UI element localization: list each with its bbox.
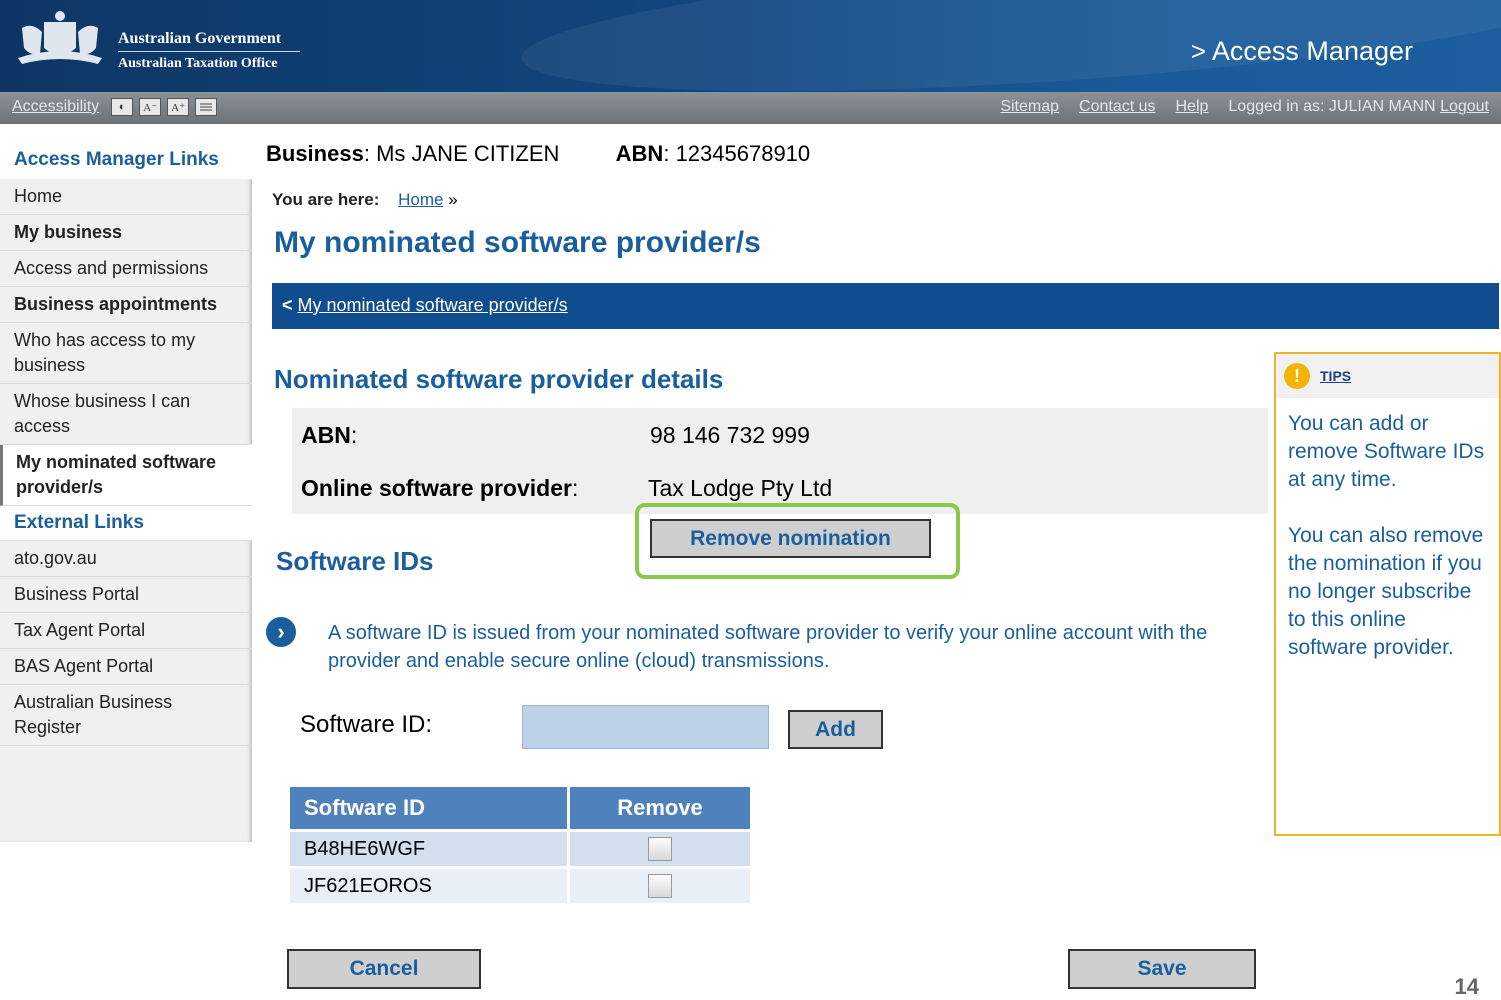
tips-panel: ! TIPS You can add or remove Software ID… — [1274, 352, 1501, 836]
page-title: My nominated software provider/s — [274, 226, 761, 259]
remove-checkbox[interactable] — [648, 874, 672, 898]
sidebar-item-whose-business[interactable]: Whose business I can access — [0, 384, 252, 445]
tips-header: ! TIPS — [1276, 354, 1499, 398]
utility-bar: Accessibility ◐ A⁻ A⁺ Sitemap Contact us… — [0, 92, 1501, 124]
business-abn: 12345678910 — [675, 141, 811, 166]
column-header-remove: Remove — [570, 787, 750, 829]
print-icon[interactable] — [195, 98, 218, 116]
external-link-ato[interactable]: ato.gov.au — [0, 541, 252, 577]
software-id-input[interactable] — [522, 705, 769, 749]
tip-paragraph-2: You can also remove the nomination if yo… — [1288, 524, 1484, 659]
accessibility-tools: Accessibility ◐ A⁻ A⁺ — [12, 98, 218, 116]
page-number: 14 — [1454, 974, 1479, 999]
sidebar-item-who-has-access[interactable]: Who has access to my business — [0, 323, 252, 384]
wordmark-divider — [118, 51, 300, 52]
external-link-bas-agent-portal[interactable]: BAS Agent Portal — [0, 649, 252, 685]
remove-cell — [570, 869, 750, 903]
add-software-id-button[interactable]: Add — [788, 710, 883, 749]
cancel-button[interactable]: Cancel — [287, 949, 481, 989]
external-link-abr[interactable]: Australian Business Register — [0, 685, 252, 746]
remove-checkbox[interactable] — [648, 837, 672, 861]
provider-name-label: Online software provider — [301, 475, 572, 501]
gov-line1: Australian Government — [118, 30, 282, 47]
logout-link[interactable]: Logout — [1440, 98, 1489, 115]
info-arrow-icon: › — [266, 617, 296, 647]
alert-icon: ! — [1284, 363, 1310, 389]
back-link-nominated-provider[interactable]: My nominated software provider/s — [298, 295, 568, 315]
software-id-cell: JF621EOROS — [290, 869, 570, 903]
external-link-business-portal[interactable]: Business Portal — [0, 577, 252, 613]
breadcrumb-label: You are here: — [272, 190, 380, 209]
provider-abn-label-row: ABN: — [301, 422, 358, 448]
tip-paragraph-1: You can add or remove Software IDs at an… — [1288, 412, 1485, 491]
logged-in-label: Logged in as: JULIAN MANN — [1228, 98, 1436, 115]
government-wordmark: Australian Government Australian Taxatio… — [118, 30, 300, 72]
business-label: Business — [266, 141, 364, 166]
chevron-right-icon: > — [1190, 36, 1206, 66]
software-id-info: A software ID is issued from your nomina… — [328, 622, 1208, 672]
sidebar-item-business-appointments[interactable]: Business appointments — [0, 287, 252, 323]
provider-name-label-row: Online software provider: — [301, 475, 579, 501]
tips-body: You can add or remove Software IDs at an… — [1276, 398, 1499, 662]
sidebar-item-home[interactable]: Home — [0, 179, 252, 215]
software-ids-title: Software IDs — [276, 546, 434, 576]
breadcrumb: You are here: Home » — [272, 190, 458, 210]
details-title: Nominated software provider details — [274, 364, 724, 394]
help-link[interactable]: Help — [1176, 98, 1209, 116]
save-button[interactable]: Save — [1068, 949, 1256, 989]
breadcrumb-home-link[interactable]: Home — [398, 190, 443, 209]
business-name: Ms JANE CITIZEN — [376, 141, 560, 166]
external-link-tax-agent-portal[interactable]: Tax Agent Portal — [0, 613, 252, 649]
accessibility-link[interactable]: Accessibility — [12, 98, 99, 116]
provider-name-value: Tax Lodge Pty Ltd — [648, 475, 833, 501]
remove-cell — [570, 832, 750, 866]
breadcrumb-separator: » — [448, 190, 458, 209]
business-summary: Business: Ms JANE CITIZEN ABN: 123456789… — [266, 141, 811, 166]
logged-in-status: Logged in as: JULIAN MANN Logout — [1228, 98, 1489, 116]
utility-links: Sitemap Contact us Help Logged in as: JU… — [1000, 98, 1489, 116]
coat-of-arms-logo — [18, 11, 102, 64]
business-abn-label: ABN — [615, 141, 664, 166]
table-header-row: Software ID Remove — [290, 787, 750, 829]
provider-abn-value: 98 146 732 999 — [650, 422, 810, 448]
sidebar-item-nominated-provider[interactable]: My nominated software provider/s — [0, 445, 252, 506]
text-larger-button[interactable]: A⁺ — [167, 98, 190, 116]
back-chevron-icon: < — [282, 295, 293, 315]
sidebar-title: Access Manager Links — [0, 138, 252, 179]
external-links-title: External Links — [0, 506, 252, 541]
sitemap-link[interactable]: Sitemap — [1000, 98, 1059, 116]
column-header-software-id: Software ID — [290, 787, 570, 829]
sidebar-nav: Access Manager Links Home My business Ac… — [0, 138, 252, 842]
sidebar-item-access-permissions[interactable]: Access and permissions — [0, 251, 252, 287]
contact-us-link[interactable]: Contact us — [1079, 98, 1155, 116]
section-navbar: < My nominated software provider/s — [272, 283, 1499, 329]
tips-heading-link[interactable]: TIPS — [1320, 368, 1351, 384]
site-header: Australian Government Australian Taxatio… — [0, 0, 1501, 92]
software-ids-table: Software ID Remove B48HE6WGF JF621EOROS — [290, 784, 750, 906]
app-title-text: Access Manager — [1211, 36, 1413, 66]
software-id-label: Software ID: — [300, 711, 433, 738]
sidebar-item-my-business[interactable]: My business — [0, 215, 252, 251]
app-title: > Access Manager — [1191, 36, 1413, 67]
software-id-cell: B48HE6WGF — [290, 832, 570, 866]
contrast-toggle-button[interactable]: ◐ — [111, 98, 134, 116]
table-row: B48HE6WGF — [290, 832, 750, 866]
table-row: JF621EOROS — [290, 869, 750, 903]
gov-line2: Australian Taxation Office — [118, 56, 278, 71]
provider-abn-label: ABN — [301, 422, 351, 448]
remove-nomination-button[interactable]: Remove nomination — [650, 519, 931, 558]
text-smaller-button[interactable]: A⁻ — [139, 98, 162, 116]
